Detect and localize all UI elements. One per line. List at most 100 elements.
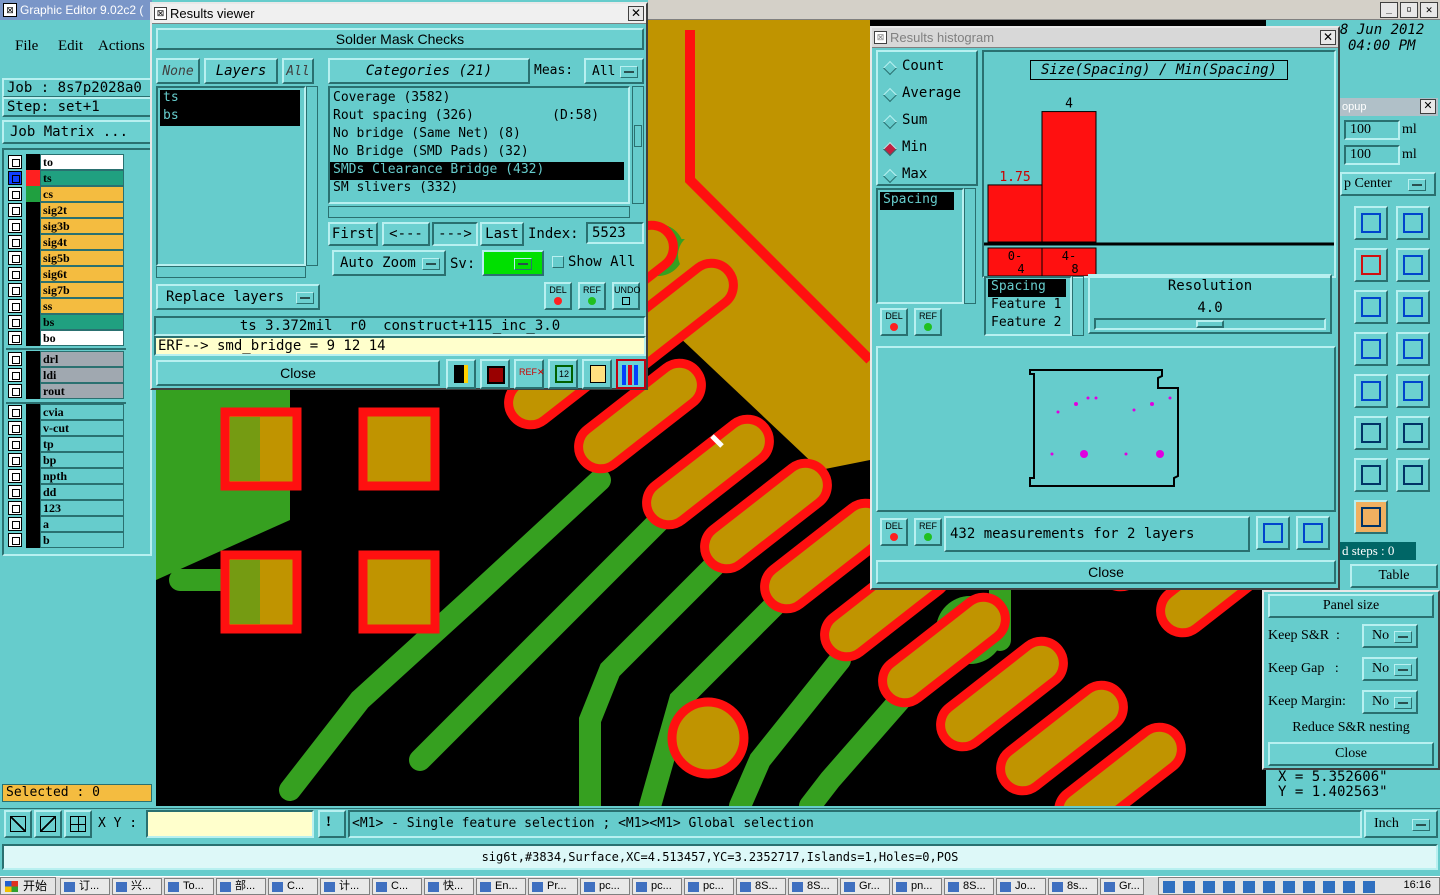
layer-name[interactable]: to bbox=[40, 154, 124, 170]
hist-ref-button[interactable]: REF bbox=[914, 308, 942, 336]
layer-checkbox[interactable] bbox=[8, 469, 22, 483]
taskbar-item[interactable]: 订... bbox=[60, 878, 110, 895]
layer-checkbox[interactable] bbox=[8, 533, 22, 547]
tool-button[interactable] bbox=[1396, 290, 1430, 324]
layer-name[interactable]: sig3b bbox=[40, 218, 124, 234]
taskbar-item[interactable]: C... bbox=[268, 878, 318, 895]
export-button[interactable] bbox=[1256, 516, 1290, 550]
keep-margin-dropdown[interactable]: No bbox=[1362, 690, 1418, 714]
tool-button[interactable] bbox=[1354, 206, 1388, 240]
layer-row[interactable]: a bbox=[8, 516, 124, 532]
layer-name[interactable]: rout bbox=[40, 383, 124, 399]
all-button[interactable]: All bbox=[282, 58, 314, 84]
histogram-close-button[interactable]: Close bbox=[876, 560, 1336, 584]
option-radio[interactable] bbox=[882, 60, 896, 74]
map-del-button[interactable]: DEL bbox=[880, 518, 908, 546]
meas-dropdown[interactable]: All bbox=[584, 58, 644, 84]
category-list-scrollbar[interactable] bbox=[632, 86, 644, 204]
layer-row[interactable]: bo bbox=[8, 330, 124, 346]
layer-name[interactable]: a bbox=[40, 516, 124, 532]
taskbar-item[interactable]: pn... bbox=[892, 878, 942, 895]
layer-checkbox[interactable] bbox=[8, 283, 22, 297]
taskbar-item[interactable]: To... bbox=[164, 878, 214, 895]
layer-name[interactable]: cvia bbox=[40, 404, 124, 420]
category-item[interactable]: SMDs Clearance Bridge (432) bbox=[330, 162, 624, 180]
restore-button[interactable]: ▫ bbox=[1400, 2, 1418, 18]
taskbar-item[interactable]: 8S... bbox=[788, 878, 838, 895]
panel-size-button[interactable]: Panel size bbox=[1268, 594, 1434, 618]
layer-name[interactable]: 123 bbox=[40, 500, 124, 516]
taskbar-item[interactable]: 8s... bbox=[1048, 878, 1098, 895]
taskbar-item[interactable]: 8S... bbox=[944, 878, 994, 895]
layer-checkbox[interactable] bbox=[8, 251, 22, 265]
none-button[interactable]: None bbox=[156, 58, 200, 84]
layer-row[interactable]: sig4t bbox=[8, 234, 124, 250]
replace-layers-button[interactable]: Replace layers bbox=[156, 284, 320, 310]
ref-button[interactable]: REF bbox=[578, 282, 606, 310]
layer-row[interactable]: dd bbox=[8, 484, 124, 500]
layer-row[interactable]: npth bbox=[8, 468, 124, 484]
feature-item[interactable]: Feature 2 bbox=[988, 315, 1066, 333]
layer-checkbox[interactable] bbox=[8, 187, 22, 201]
list-button[interactable] bbox=[582, 359, 612, 389]
center-dropdown[interactable]: p Center bbox=[1340, 172, 1436, 196]
import-button[interactable] bbox=[1296, 516, 1330, 550]
taskbar-item[interactable]: C... bbox=[372, 878, 422, 895]
layer-list-hscroll[interactable] bbox=[156, 266, 306, 278]
tool-button[interactable] bbox=[1354, 374, 1388, 408]
tool-button[interactable] bbox=[1354, 416, 1388, 450]
tool-button[interactable] bbox=[1354, 458, 1388, 492]
taskbar-item[interactable]: pc... bbox=[632, 878, 682, 895]
tool-button[interactable] bbox=[1354, 290, 1388, 324]
option-label[interactable]: Sum bbox=[902, 112, 927, 128]
layer-checkbox[interactable] bbox=[8, 405, 22, 419]
taskbar-item[interactable]: 部... bbox=[216, 878, 266, 895]
layer-row[interactable]: cs bbox=[8, 186, 124, 202]
histogram-bar[interactable] bbox=[1041, 111, 1097, 243]
layer-row[interactable]: sig2t bbox=[8, 202, 124, 218]
tool-button[interactable] bbox=[1396, 248, 1430, 282]
layer-row[interactable]: sig5b bbox=[8, 250, 124, 266]
layer-row[interactable]: cvia bbox=[8, 404, 124, 420]
table-button[interactable]: Table bbox=[1350, 564, 1438, 588]
option-label[interactable]: Max bbox=[902, 166, 927, 182]
tool-button[interactable] bbox=[1396, 374, 1430, 408]
menu-actions[interactable]: Actions bbox=[98, 38, 145, 55]
layer-name[interactable]: sig2t bbox=[40, 202, 124, 218]
layer-row[interactable]: bs bbox=[8, 314, 124, 330]
tool-button[interactable] bbox=[1396, 416, 1430, 450]
layer-name[interactable]: npth bbox=[40, 468, 124, 484]
measure-list[interactable]: Spacing bbox=[876, 188, 964, 304]
layer-name[interactable]: bo bbox=[40, 330, 124, 346]
layer-checkbox[interactable] bbox=[8, 421, 22, 435]
layer-name[interactable]: drl bbox=[40, 351, 124, 367]
layer-name[interactable]: sig5b bbox=[40, 250, 124, 266]
layer-checkbox[interactable] bbox=[8, 267, 22, 281]
feature-item[interactable]: Spacing bbox=[988, 279, 1066, 297]
feature-item[interactable]: Feature 1 bbox=[988, 297, 1066, 315]
highlight-tool-button[interactable] bbox=[1354, 500, 1388, 534]
keep-gap-dropdown[interactable]: No bbox=[1362, 657, 1418, 681]
option-radio[interactable] bbox=[882, 87, 896, 101]
layer-checkbox[interactable] bbox=[8, 501, 22, 515]
layer-row[interactable]: drl bbox=[8, 351, 124, 367]
layer-name[interactable]: ts bbox=[40, 170, 124, 186]
layer-name[interactable]: dd bbox=[40, 484, 124, 500]
job-matrix-button[interactable]: Job Matrix ... bbox=[2, 120, 152, 144]
layer-checkbox[interactable] bbox=[8, 331, 22, 345]
taskbar-item[interactable]: En... bbox=[476, 878, 526, 895]
menu-edit[interactable]: Edit bbox=[58, 38, 83, 55]
tool-button[interactable] bbox=[1354, 248, 1388, 282]
numbering-button[interactable]: 12 bbox=[548, 359, 578, 389]
tool-button[interactable] bbox=[1396, 206, 1430, 240]
del-button[interactable]: DEL bbox=[544, 282, 572, 310]
layer-checkbox[interactable] bbox=[8, 299, 22, 313]
option-radio[interactable] bbox=[882, 141, 896, 155]
layer-row[interactable]: ldi bbox=[8, 367, 124, 383]
tool-button[interactable] bbox=[1396, 332, 1430, 366]
layer-name[interactable]: sig4t bbox=[40, 234, 124, 250]
close-icon[interactable]: ✕ bbox=[1320, 30, 1336, 45]
popup-value-1[interactable]: 100 bbox=[1344, 120, 1400, 140]
first-button[interactable]: First bbox=[328, 222, 378, 246]
layer-checkbox[interactable] bbox=[8, 453, 22, 467]
